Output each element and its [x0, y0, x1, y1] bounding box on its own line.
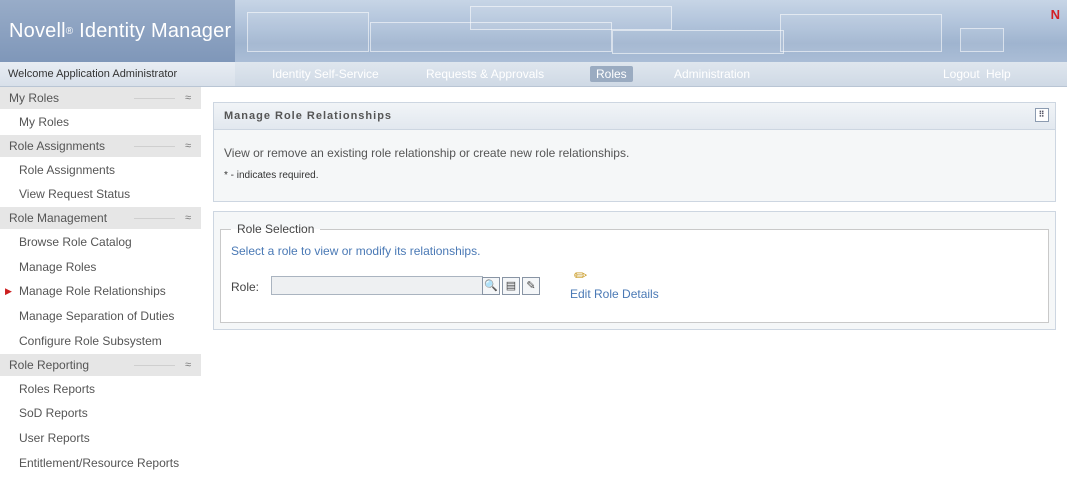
selected-arrow-icon: ▶: [5, 286, 12, 297]
page-description: View or remove an existing role relation…: [224, 146, 630, 160]
collapse-icon[interactable]: ≈: [185, 354, 191, 376]
app-banner: Novell® Identity Manager N: [0, 0, 1067, 62]
sidebar-item-manage-roles[interactable]: Manage Roles: [0, 255, 201, 280]
sidebar-item-user-reports[interactable]: User Reports: [0, 426, 201, 451]
help-link[interactable]: Help: [980, 66, 1017, 82]
sidebar-section-role-management[interactable]: Role Management ≈: [0, 207, 201, 231]
role-selection-area: Role Selection Select a role to view or …: [213, 211, 1056, 330]
collapse-icon[interactable]: ≈: [185, 87, 191, 109]
role-selection-instruction: Select a role to view or modify its rela…: [231, 244, 481, 258]
logout-link[interactable]: Logout: [937, 66, 986, 82]
nav-administration[interactable]: Administration: [668, 66, 756, 82]
sidebar-item-manage-role-relationships[interactable]: ▶ Manage Role Relationships: [0, 279, 201, 304]
manage-role-relationships-panel: Manage Role Relationships ⠿ View or remo…: [213, 102, 1056, 202]
history-icon[interactable]: ▤: [502, 277, 520, 295]
role-selection-legend: Role Selection: [237, 222, 315, 236]
top-navigation: Welcome Application Administrator Identi…: [0, 62, 1067, 87]
role-selection-fieldset: Role Selection Select a role to view or …: [220, 222, 1049, 323]
nav-roles[interactable]: Roles: [590, 66, 633, 82]
sidebar-item-manage-separation-of-duties[interactable]: Manage Separation of Duties: [0, 304, 201, 329]
collapse-icon[interactable]: ≈: [185, 207, 191, 229]
sidebar-item-roles-reports[interactable]: Roles Reports: [0, 377, 201, 402]
search-icon[interactable]: 🔍: [482, 277, 500, 295]
page-title: Manage Role Relationships ⠿: [214, 103, 1055, 130]
main-content: Manage Role Relationships ⠿ View or remo…: [213, 102, 1056, 330]
banner-decoration: [470, 6, 672, 30]
banner-decoration: [780, 14, 942, 52]
sidebar-item-configure-role-subsystem[interactable]: Configure Role Subsystem: [0, 329, 201, 354]
banner-decoration: [612, 30, 784, 54]
role-label: Role:: [231, 280, 260, 294]
nav-identity-self-service[interactable]: Identity Self-Service: [266, 66, 385, 82]
nav-requests-approvals[interactable]: Requests & Approvals: [420, 66, 550, 82]
sidebar-item-sod-reports[interactable]: SoD Reports: [0, 401, 201, 426]
sidebar: My Roles ≈ My Roles Role Assignments ≈ R…: [0, 87, 201, 475]
banner-decoration: [247, 12, 369, 52]
welcome-panel: Welcome Application Administrator: [0, 62, 235, 86]
role-input[interactable]: [271, 276, 483, 295]
banner-decoration: [960, 28, 1004, 52]
novell-n-logo: N: [1050, 7, 1060, 22]
sidebar-item-browse-role-catalog[interactable]: Browse Role Catalog: [0, 230, 201, 255]
required-note: * - indicates required.: [224, 170, 319, 181]
sidebar-item-entitlement-resource-reports[interactable]: Entitlement/Resource Reports: [0, 451, 201, 476]
role-row: Role: 🔍 ▤ ✎ ✏ Edit Role Details: [231, 268, 659, 301]
sidebar-section-my-roles[interactable]: My Roles ≈: [0, 87, 201, 110]
clear-icon[interactable]: ✎: [522, 277, 540, 295]
grid-menu-icon[interactable]: ⠿: [1035, 108, 1049, 122]
sidebar-item-my-roles[interactable]: My Roles: [0, 110, 201, 135]
pencil-icon: ✏: [574, 268, 588, 285]
sidebar-section-role-assignments[interactable]: Role Assignments ≈: [0, 134, 201, 158]
sidebar-item-role-assignments[interactable]: Role Assignments: [0, 158, 201, 183]
product-logo: Novell® Identity Manager: [9, 20, 232, 42]
sidebar-section-role-reporting[interactable]: Role Reporting ≈: [0, 353, 201, 377]
sidebar-item-view-request-status[interactable]: View Request Status: [0, 182, 201, 207]
collapse-icon[interactable]: ≈: [185, 135, 191, 157]
welcome-text: Welcome Application Administrator: [8, 68, 178, 80]
